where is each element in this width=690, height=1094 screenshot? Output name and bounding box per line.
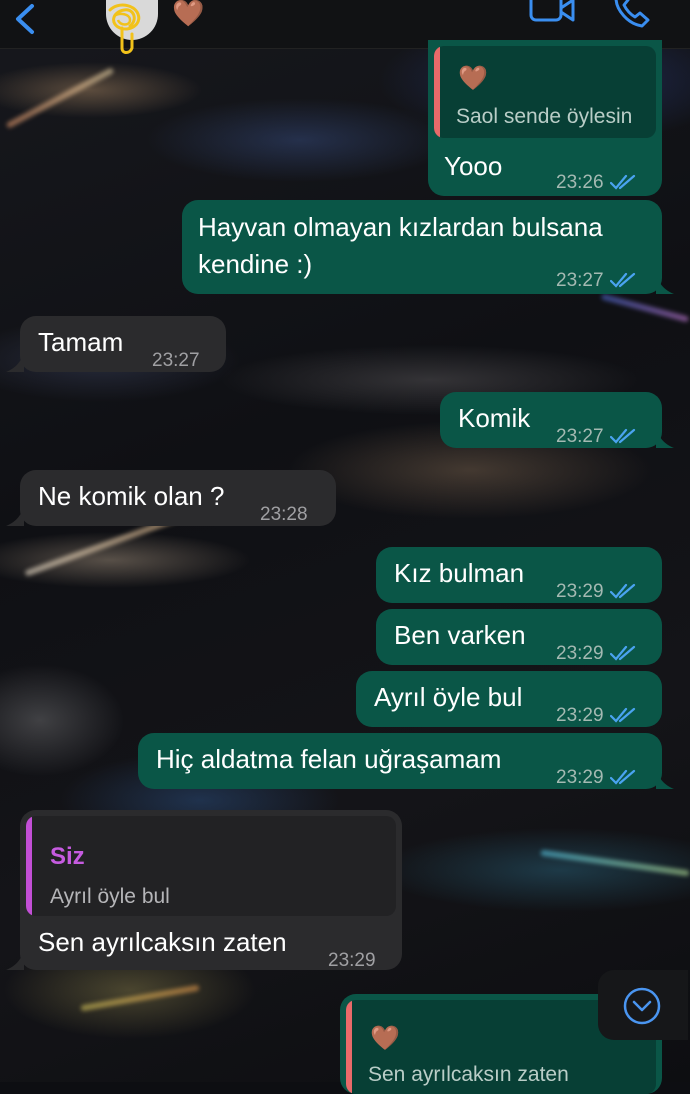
message-bubble-outgoing[interactable]: Hayvan olmayan kızlardan bulsana kendine… bbox=[182, 200, 662, 294]
contact-name-emoji[interactable]: 🤎 bbox=[172, 0, 208, 30]
message-time: 23:28 bbox=[260, 504, 308, 525]
message-text-line2: kendine :) bbox=[198, 249, 313, 279]
bubble-tail bbox=[656, 430, 674, 448]
quote-text: Sen ayrılcaksın zaten bbox=[368, 1063, 569, 1086]
bubble-tail bbox=[6, 508, 24, 526]
message-bubble-outgoing[interactable]: Kız bulman 23:29 bbox=[376, 547, 662, 603]
quote-author: Siz bbox=[50, 843, 85, 870]
message-bubble-incoming[interactable]: Ne komik olan ? 23:28 bbox=[20, 470, 336, 526]
message-time: 23:29 bbox=[556, 573, 636, 610]
quote-emoji: 🤎 bbox=[370, 1025, 400, 1052]
read-ticks-icon bbox=[609, 707, 635, 723]
message-text: Yooo bbox=[444, 151, 503, 181]
message-time: 23:27 bbox=[152, 350, 200, 371]
read-ticks-icon bbox=[609, 428, 635, 444]
message-bubble-outgoing[interactable]: Komik 23:27 bbox=[440, 392, 662, 448]
read-ticks-icon bbox=[609, 645, 635, 661]
message-bubble-outgoing[interactable]: Ayrıl öyle bul 23:29 bbox=[356, 671, 662, 727]
read-ticks-icon bbox=[609, 272, 635, 288]
message-bubble-incoming[interactable]: Siz Ayrıl öyle bul Sen ayrılcaksın zaten… bbox=[20, 810, 402, 971]
message-text: Ne komik olan ? bbox=[38, 481, 225, 511]
quote-text: Ayrıl öyle bul bbox=[50, 885, 170, 908]
quote-bar bbox=[346, 1000, 352, 1094]
scribble-overlay bbox=[108, 3, 141, 54]
quote-emoji: 🤎 bbox=[458, 65, 488, 92]
scroll-to-bottom-button[interactable] bbox=[598, 970, 688, 1040]
read-ticks-icon bbox=[609, 583, 635, 599]
bubble-tail bbox=[6, 354, 24, 372]
message-text: Kız bulman bbox=[394, 558, 525, 588]
message-bubble-outgoing[interactable]: 🤎 Saol sende öylesin Yooo 23:26 bbox=[428, 40, 662, 196]
message-bubble-incoming[interactable]: Tamam 23:27 bbox=[20, 316, 226, 372]
quote-bar bbox=[26, 816, 32, 916]
message-text: Komik bbox=[458, 403, 531, 433]
bubble-tail bbox=[656, 276, 674, 294]
chevron-down-circle-icon bbox=[623, 987, 661, 1025]
message-text: Ayrıl öyle bul bbox=[374, 682, 523, 712]
bubble-tail bbox=[6, 952, 24, 970]
message-text: Tamam bbox=[38, 327, 124, 357]
video-camera-icon[interactable] bbox=[528, 0, 576, 26]
reply-quote[interactable]: Siz Ayrıl öyle bul bbox=[26, 816, 396, 916]
message-time: 23:27 bbox=[556, 418, 636, 455]
message-time: 23:29 bbox=[556, 635, 636, 672]
chevron-left-icon[interactable] bbox=[10, 2, 40, 36]
message-text: Sen ayrılcaksın zaten bbox=[38, 927, 287, 957]
read-ticks-icon bbox=[609, 174, 635, 190]
message-bubble-outgoing[interactable]: Hiç aldatma felan uğraşamam 23:29 bbox=[138, 733, 662, 789]
read-ticks-icon bbox=[609, 769, 635, 785]
message-time: 23:29 bbox=[328, 950, 376, 971]
quote-text: Saol sende öylesin bbox=[456, 105, 633, 128]
message-bubble-outgoing[interactable]: Ben varken 23:29 bbox=[376, 609, 662, 665]
message-time: 23:27 bbox=[556, 262, 636, 299]
message-time: 23:29 bbox=[556, 697, 636, 734]
message-text: Ben varken bbox=[394, 620, 526, 650]
reply-quote[interactable]: 🤎 Saol sende öylesin bbox=[434, 46, 656, 138]
message-text: Hiç aldatma felan uğraşamam bbox=[156, 744, 502, 774]
message-time: 23:29 bbox=[556, 759, 636, 796]
bubble-tail bbox=[656, 771, 674, 789]
message-text-line1: Hayvan olmayan kızlardan bulsana bbox=[198, 212, 603, 242]
phone-icon[interactable] bbox=[612, 0, 652, 30]
message-time: 23:26 bbox=[556, 164, 636, 201]
quote-bar bbox=[434, 46, 440, 138]
